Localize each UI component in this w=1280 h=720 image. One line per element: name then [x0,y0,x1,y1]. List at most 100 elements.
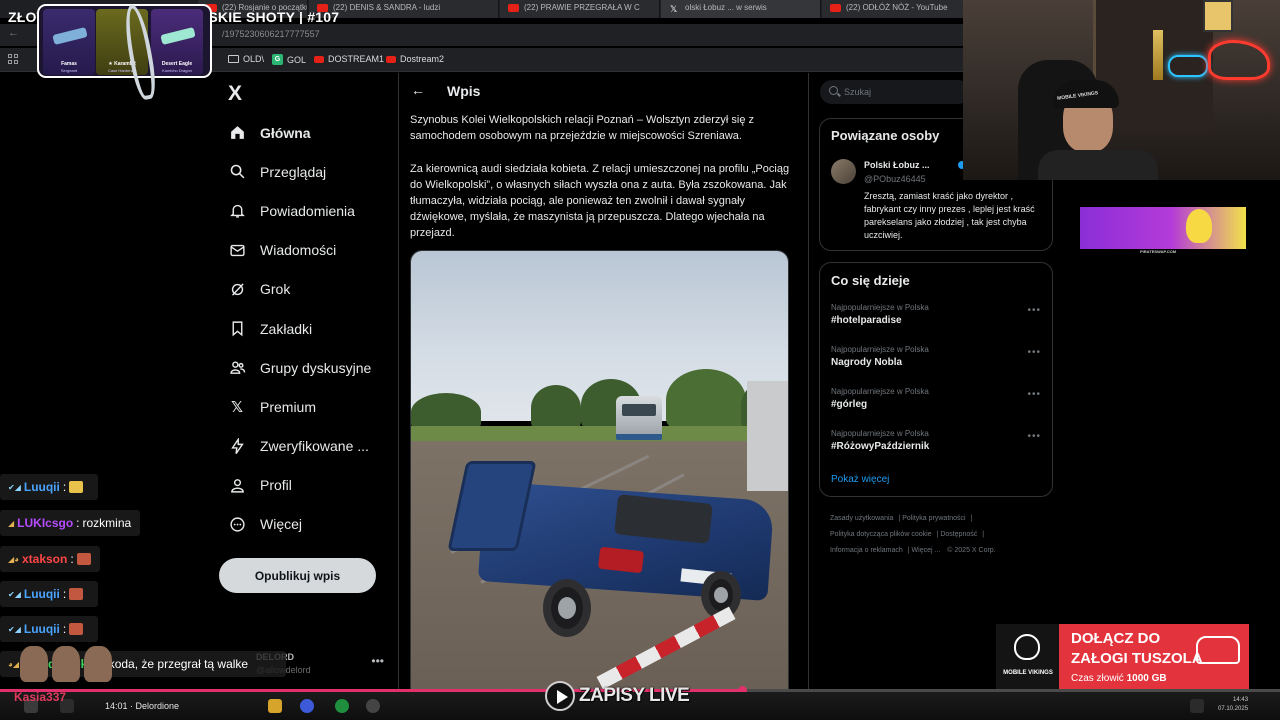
more-dots-icon[interactable]: ••• [1027,347,1041,358]
footer-link[interactable]: Polityka prywatności [902,515,965,522]
youtube-icon [830,4,841,12]
pirateswap-ad-banner[interactable] [1080,207,1246,249]
browser-tab-active[interactable]: 𝕏olski Łobuz ... w serwis [661,0,821,18]
bookmark-label: OLD\ [243,54,265,64]
mv-logo-block: MOBILE VIKINGS [996,624,1059,690]
footer-link: © 2025 X Corp. [947,547,996,554]
more-circle-icon [228,515,246,533]
nav-item-premium[interactable]: 𝕏 Premium [224,387,394,426]
chat-username: Luuqii [23,480,60,494]
back-arrow-icon[interactable]: ← [411,82,425,98]
x-premium-icon: 𝕏 [230,398,244,416]
neon-bull-image [1208,40,1270,80]
home-icon [228,124,246,142]
panel-title: Powiązane osoby [831,128,940,143]
chat-message: ◢◕ xtakson: [0,546,100,572]
chat-emote [76,553,91,565]
x-logo[interactable]: X [228,82,242,106]
nav-item-more[interactable]: Więcej [224,505,394,544]
more-dots-icon[interactable]: ••• [1027,305,1041,316]
chat-message: ◢ LUKIcsgo: rozkmina [0,510,140,536]
browser-tab[interactable]: (22) PRAWIE PRZEGRAŁA W C [500,0,660,18]
nav-item-profile[interactable]: Profil [224,466,394,505]
nav-item-notifications[interactable]: Powiadomienia [224,191,394,230]
post-photo[interactable] [410,250,789,700]
chat-emote [69,588,84,600]
footer-link[interactable]: Więcej ... [912,547,941,554]
bookmark-gol[interactable]: G GOL [272,54,306,65]
nav-label: Premium [260,398,317,415]
mobile-vikings-ad[interactable]: MOBILE VIKINGS DOŁĄCZ DO ZAŁOGI TUSZOLA … [996,624,1249,690]
nav-item-communities[interactable]: Grupy dyskusyjne [224,348,394,387]
pistol-icon [160,27,196,45]
tab-label: olski Łobuz ... w serwis [685,3,767,12]
file-explorer-icon[interactable] [268,699,282,713]
footer-link[interactable]: Zasady użytkowania [830,515,893,522]
back-arrow-icon[interactable]: ← [8,27,19,39]
trend-item[interactable]: Najpopularniejsze w Polska Nagrody Nobla… [831,345,1041,385]
nav-item-grok[interactable]: Grok [224,270,394,309]
trend-category: Najpopularniejsze w Polska [831,345,929,354]
show-more-link[interactable]: Pokaż więcej [831,474,889,485]
trend-item[interactable]: Najpopularniejsze w Polska #hotelparadis… [831,303,1041,343]
chat-emote [69,623,84,635]
footer-links: Zasady użytkowania | Polityka prywatności… [830,515,996,554]
trend-item[interactable]: Najpopularniejsze w Polska #górleg ••• [831,387,1041,427]
item-name: Desert Eagle [161,61,193,67]
neon-sign-image [1168,55,1208,77]
post-column: ← Wpis Szynobus Kolei Wielkopolskich rel… [398,73,809,700]
chat-badge-icon: ◢◕ [8,554,19,564]
nav-item-bookmarks[interactable]: Zakładki [224,309,394,348]
search-input[interactable]: Szukaj [820,80,970,104]
bookmark-icon [228,320,246,338]
chat-colon: : [70,552,74,566]
chat-message: ✔◢ Luuqii: [0,581,98,607]
publish-post-button[interactable]: Opublikuj wpis [219,558,376,593]
footer-link[interactable]: Informacja o reklamach [830,547,903,554]
bookmark-dostream1[interactable]: DOSTREAM1 [314,54,384,64]
trend-name: #RóżowyPaździernik [831,441,930,452]
chat-message: ✔◢ Luuqii: [0,474,98,500]
footer-link[interactable]: Dostępność [940,531,977,538]
x-sidebar-nav: Główna Przeglądaj Powiadomienia Wiadomoś… [224,113,394,544]
app-icon[interactable] [300,699,314,713]
chrome-icon[interactable] [335,699,349,713]
item-skin: Sergeant [60,68,78,73]
more-dots-icon[interactable]: ••• [1027,431,1041,442]
chat-colon: : [62,587,67,601]
photo-trees [411,369,788,431]
trend-name: #hotelparadise [831,315,902,326]
bookmark-dostream2[interactable]: Dostream2 [386,54,444,64]
footer-link[interactable]: Polityka dotycząca plików cookie [830,531,932,538]
nav-label: Grupy dyskusyjne [260,359,372,376]
watermark-text: ZAPISY LIVE [579,685,690,706]
more-dots-icon[interactable]: ••• [1027,389,1041,400]
apps-grid-icon[interactable] [8,54,19,65]
related-person-name[interactable]: Polski Łobuz ... [864,160,930,170]
search-placeholder: Szukaj [844,87,872,97]
nav-item-explore[interactable]: Przeglądaj [224,152,394,191]
more-dots-icon[interactable]: ••• [371,654,384,668]
tray-icon[interactable] [1190,699,1204,713]
browser-tab[interactable]: (22) ODŁÓŻ NÓŻ - YouTube [822,0,965,18]
chat-username: Luuqii [23,587,60,601]
related-person-bio: Zresztą, zamiast kraść jako dyrektor , f… [864,191,1035,240]
nav-item-home[interactable]: Główna [224,113,394,152]
crashed-car-image [447,461,781,637]
avatar[interactable] [831,159,856,184]
team-member-image [84,646,112,682]
grok-icon [228,280,246,298]
nav-item-messages[interactable]: Wiadomości [224,231,394,270]
webcam-feed: MOBILE VIKINGS [963,0,1280,180]
trend-item[interactable]: Najpopularniejsze w Polska #RóżowyPaździ… [831,429,1041,469]
trend-name: Nagrody Nobla [831,357,903,368]
nav-item-verified-orgs[interactable]: Zweryfikowane ... [224,427,394,466]
poster-image [1203,0,1233,32]
obs-icon[interactable] [366,699,380,713]
team-member-image [52,646,80,682]
chat-username: Luuqii [23,622,60,636]
team-overlay-name: Kasia337 [14,690,67,704]
url-text[interactable]: /1975230606217777557 [222,29,320,39]
ad-headline: DOŁĄCZ DO [1071,630,1161,647]
bookmark-old[interactable]: OLD\ [228,54,264,64]
